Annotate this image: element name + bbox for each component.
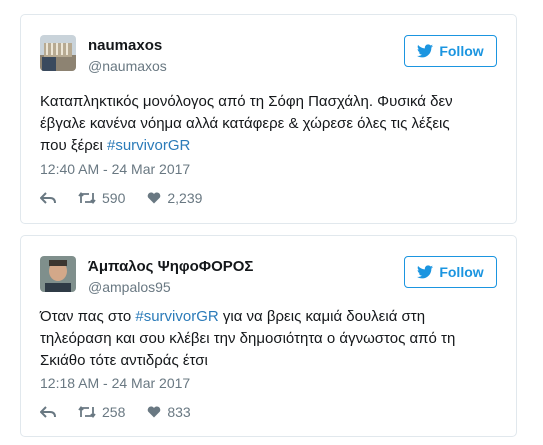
tweet-text: Όταν πας στο #survivorGR για να βρεις κα… [40, 306, 502, 372]
reply-button[interactable] [40, 192, 56, 204]
hashtag-link[interactable]: #survivorGR [107, 137, 190, 154]
timestamp[interactable]: 12:18 AM - 24 Mar 2017 [40, 375, 190, 391]
user-handle[interactable]: @ampalos95 [88, 279, 171, 295]
tweet-text: Καταπληκτικός μονόλογος από τη Σόφη Πασχ… [40, 91, 502, 157]
like-count: 2,239 [167, 190, 203, 206]
tweet-card: Άμπαλος ΨηφοΦΟΡΟΣ @ampalos95 Follow Όταν… [20, 235, 517, 437]
reply-icon [40, 192, 56, 204]
follow-label: Follow [439, 43, 484, 59]
like-button[interactable]: 833 [147, 404, 191, 420]
user-handle[interactable]: @naumaxos [88, 58, 167, 74]
display-name[interactable]: naumaxos [88, 37, 162, 54]
tweet-text-line: που ξέρει [40, 137, 107, 154]
tweet-text-line: τηλεόραση και σου κλέβει την δημοσιότητα… [40, 330, 456, 347]
tweet-text-line: Καταπληκτικός μονόλογος από τη Σόφη Πασχ… [40, 93, 453, 110]
retweet-icon [78, 406, 96, 418]
heart-icon [148, 406, 161, 418]
tweet-actions: 590 2,239 [40, 190, 224, 206]
retweet-icon [78, 192, 96, 204]
follow-label: Follow [439, 264, 484, 280]
reply-button[interactable] [40, 406, 56, 418]
bird-icon [417, 44, 434, 58]
reply-icon [40, 406, 56, 418]
heart-icon [148, 192, 161, 204]
like-count: 833 [167, 404, 191, 420]
avatar[interactable] [40, 256, 76, 292]
display-name[interactable]: Άμπαλος ΨηφοΦΟΡΟΣ [88, 258, 253, 275]
tweet-actions: 258 833 [40, 404, 213, 420]
follow-button[interactable]: Follow [404, 256, 497, 288]
retweet-count: 258 [102, 404, 126, 420]
like-button[interactable]: 2,239 [147, 190, 202, 206]
bird-icon [417, 265, 434, 279]
retweet-count: 590 [102, 190, 126, 206]
tweet-card: naumaxos @naumaxos Follow Καταπληκτικός … [20, 14, 517, 224]
retweet-button[interactable]: 258 [78, 404, 125, 420]
timestamp[interactable]: 12:40 AM - 24 Mar 2017 [40, 161, 190, 177]
avatar[interactable] [40, 35, 76, 71]
retweet-button[interactable]: 590 [78, 190, 125, 206]
tweet-text-line: έβγαλε κανένα νόημα αλλά κατάφερε & χώρε… [40, 115, 450, 132]
tweet-text-line: Όταν πας στο [40, 308, 136, 325]
tweet-text-line: για να βρεις καμιά δουλειά στη [218, 308, 426, 325]
hashtag-link[interactable]: #survivorGR [135, 308, 218, 325]
follow-button[interactable]: Follow [404, 35, 497, 67]
tweet-text-line: Σκιάθο τότε αντιδράς έτσι [40, 352, 208, 369]
